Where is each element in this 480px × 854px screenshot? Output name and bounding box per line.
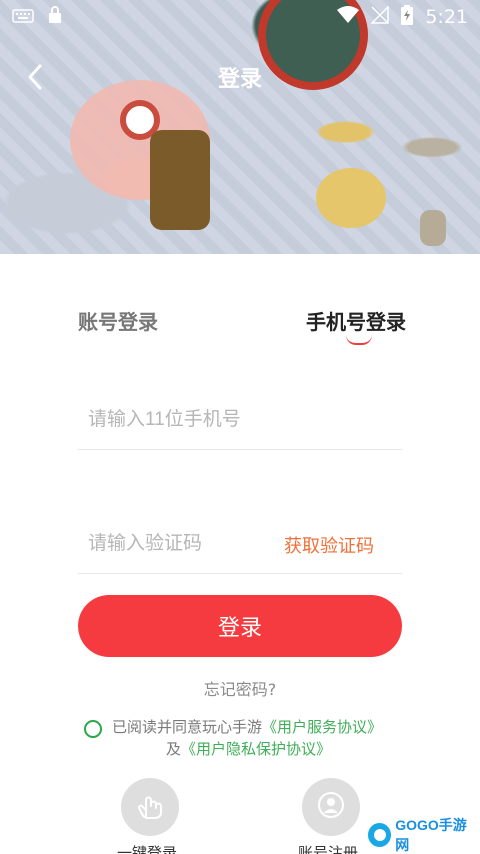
one-click-login-button[interactable] [121,778,179,836]
signal-icon [370,4,390,29]
code-field: 获取验证码 [78,514,402,574]
service-agreement-link[interactable]: 《用户服务协议》 [262,718,382,736]
page-title: 登录 [217,67,262,92]
hand-tap-icon [136,790,164,824]
agreement-line-1: 已阅读并同意玩心手游《用户服务协议》 [112,716,382,737]
site-watermark: GOGO手游网 [368,817,478,853]
get-code-button[interactable]: 获取验证码 [284,532,374,558]
battery-icon [401,4,414,30]
watermark-text: GOGO手游网 [395,817,467,853]
status-bar: 5:21 [0,0,480,34]
keyboard-icon [12,8,34,27]
watermark-logo-icon [368,823,392,847]
header-banner: 5:21 登录 [0,0,480,254]
login-button[interactable]: 登录 [78,595,402,657]
agreement-checkbox[interactable] [84,720,102,738]
agreement-and: 及 [166,740,182,758]
login-tabs: 账号登录 手机号登录 [0,298,480,348]
tab-account-login[interactable]: 账号登录 [78,306,158,335]
status-time: 5:21 [425,6,468,28]
back-arrow-icon[interactable] [24,62,46,92]
cartoon-squirrel [316,168,386,228]
top-bar: 登录 [0,54,480,100]
one-click-login-label: 一键登录 [117,844,178,854]
verification-code-input[interactable] [88,532,268,555]
phone-field [78,390,402,450]
tab-phone-login[interactable]: 手机号登录 [306,306,406,335]
lock-icon [48,6,62,28]
register-account-button[interactable] [302,778,360,836]
active-tab-indicator [346,335,372,345]
agreement-line-2: 及《用户隐私保护协议》 [166,738,331,759]
forgot-password-link[interactable]: 忘记密码? [0,676,480,700]
agreement-prefix: 已阅读并同意玩心手游 [112,718,263,736]
register-account-label: 账号注册 [298,844,359,854]
wifi-icon [337,5,360,29]
privacy-agreement-link[interactable]: 《用户隐私保护协议》 [181,740,331,758]
cartoon-backpack [150,130,210,230]
cartoon-rock [420,210,446,246]
user-icon [317,791,345,823]
phone-input[interactable] [88,408,402,431]
